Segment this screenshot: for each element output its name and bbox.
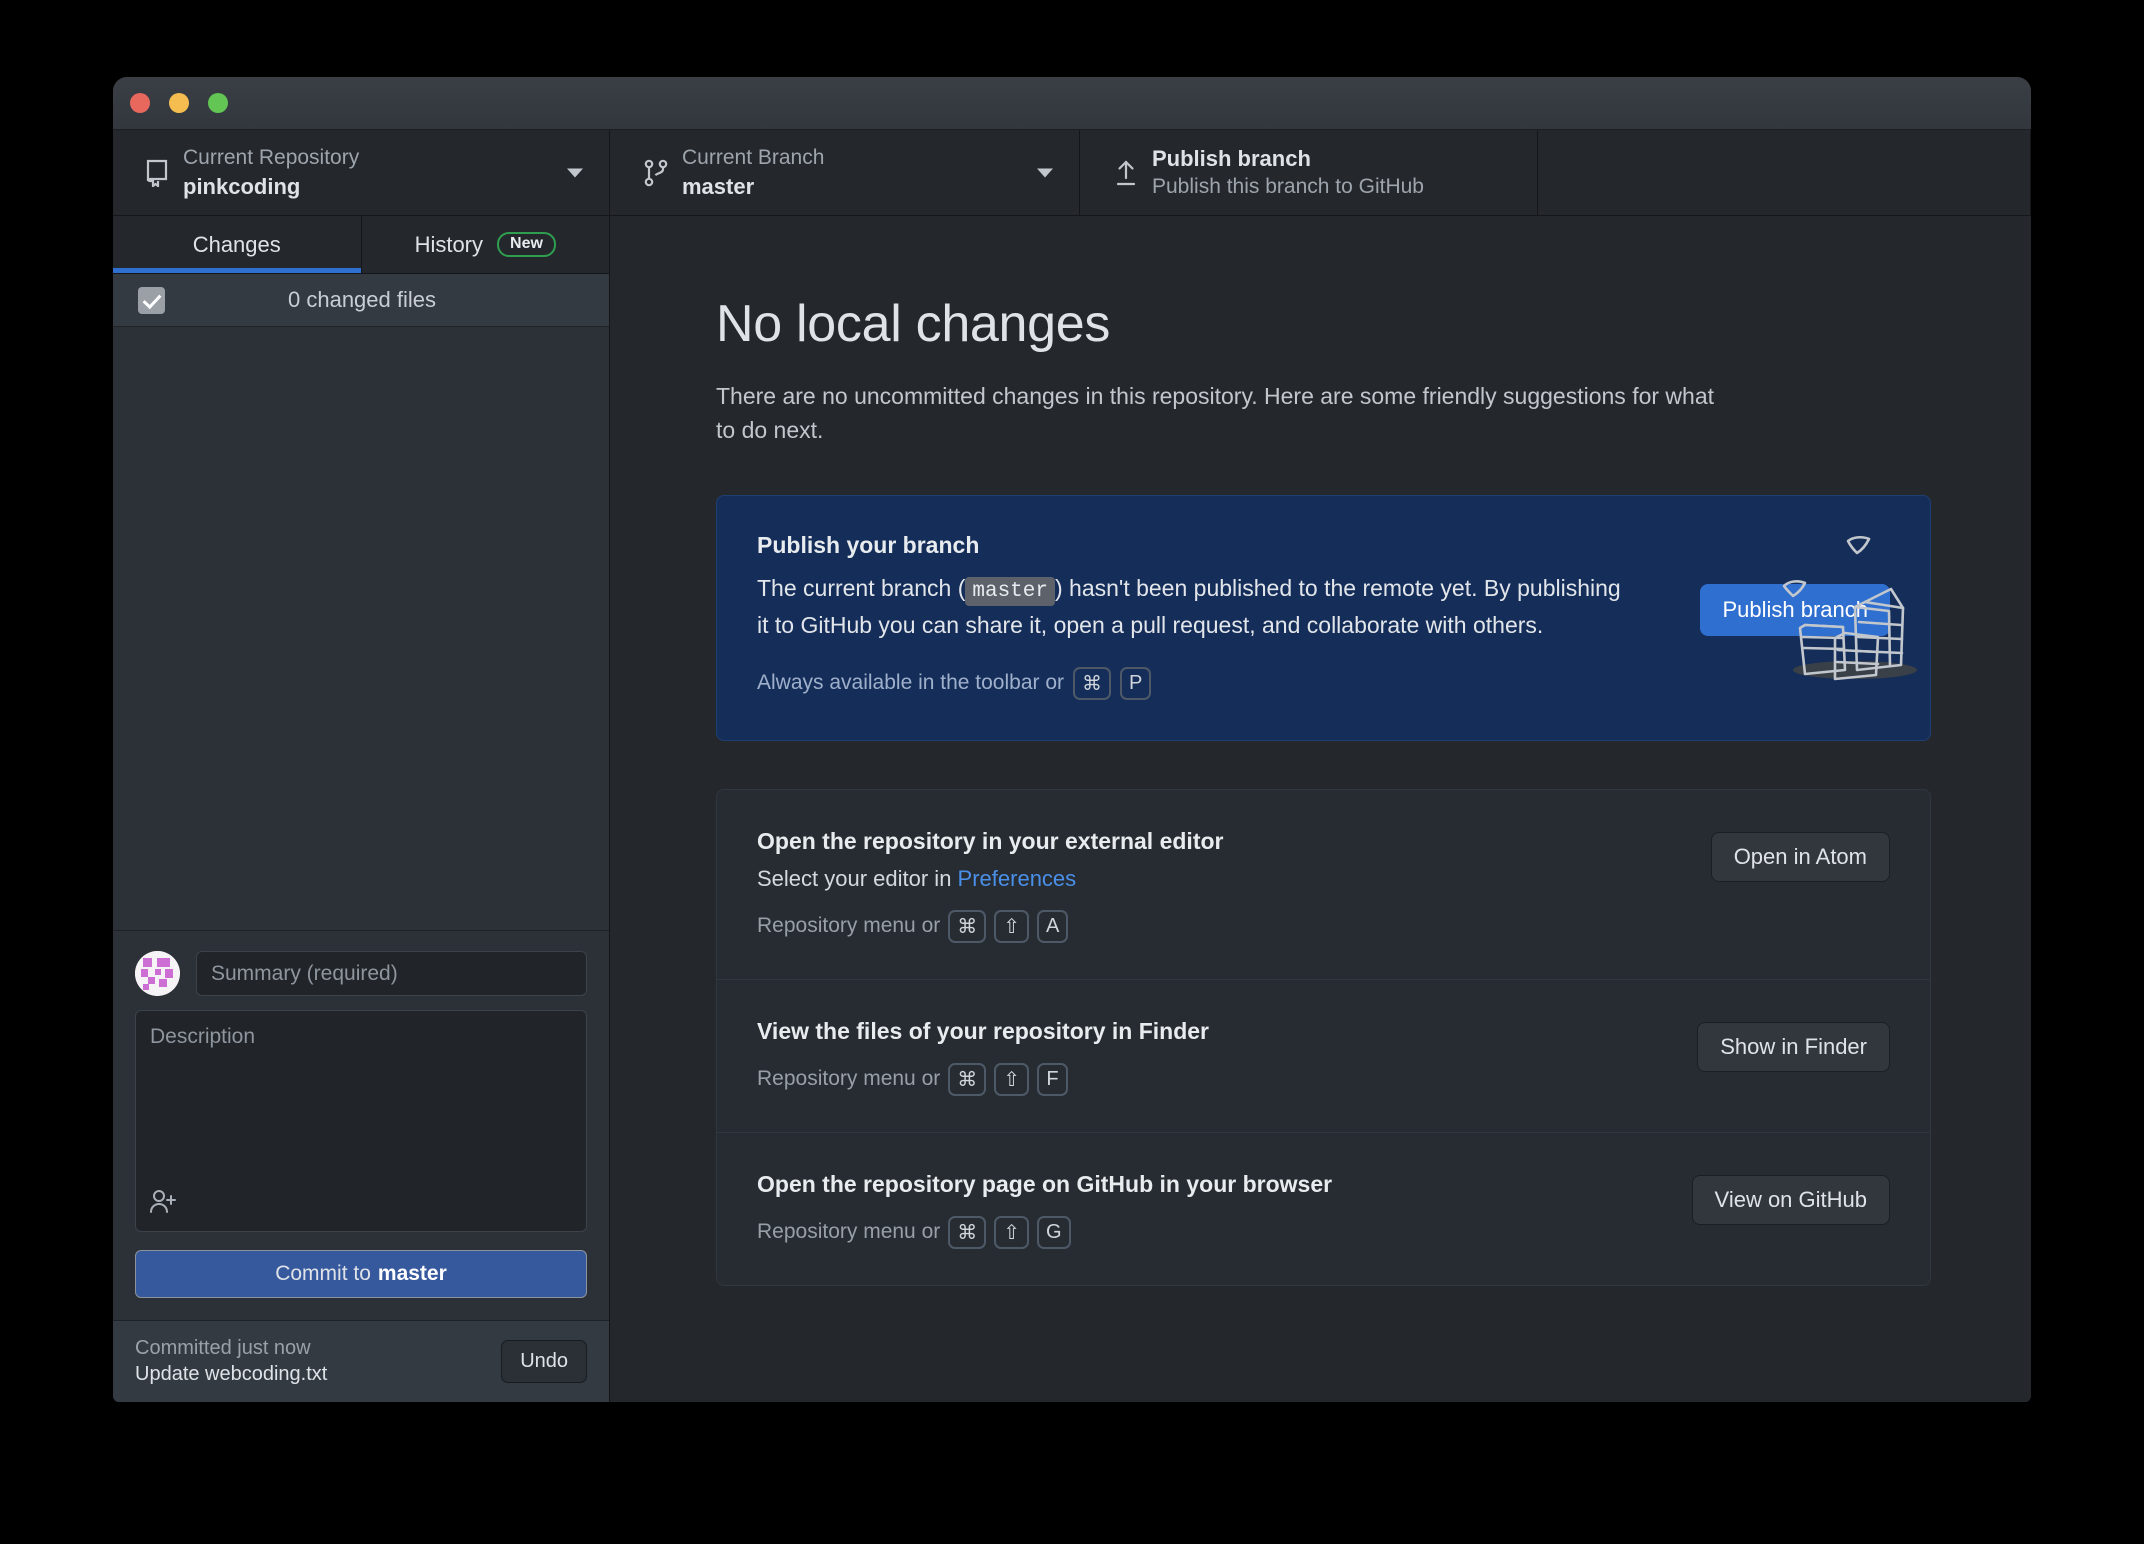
summary-placeholder: Summary (required) — [211, 961, 398, 985]
publish-card-body: The current branch (master) hasn't been … — [757, 571, 1637, 643]
publish-branch-card: Publish your branch The current branch (… — [716, 495, 1931, 741]
suggestion-heading: Open the repository in your external edi… — [757, 827, 1224, 854]
paper-stack-illustration — [1759, 518, 1939, 693]
publish-branch-toolbar-button[interactable]: Publish branch Publish this branch to Gi… — [1080, 130, 1538, 215]
summary-input[interactable]: Summary (required) — [196, 951, 587, 996]
kbd-g: G — [1037, 1215, 1071, 1249]
commit-form: Summary (required) Description Commit to… — [113, 930, 609, 1320]
suggestion-shortcut: Repository menu or ⌘ ⇧ G — [757, 1215, 1692, 1249]
suggestion-row-external-editor: Open the repository in your external edi… — [717, 790, 1930, 980]
publish-card-heading: Publish your branch — [757, 532, 980, 559]
chevron-down-icon — [1037, 168, 1053, 177]
undo-texts: Committed just now Update webcoding.txt — [135, 1337, 501, 1386]
close-button[interactable] — [130, 93, 150, 113]
kbd-f: F — [1037, 1062, 1069, 1096]
suggestion-shortcut-text: Repository menu or — [757, 914, 941, 938]
suggestion-shortcut: Repository menu or ⌘ ⇧ F — [757, 1062, 1697, 1096]
page-subtitle: There are no uncommitted changes in this… — [716, 383, 1715, 444]
publish-card-text: Publish your branch The current branch (… — [757, 532, 1700, 700]
current-repository-dropdown[interactable]: Current Repository pinkcoding — [113, 130, 610, 215]
suggestion-text: View the files of your repository in Fin… — [757, 1018, 1697, 1096]
kbd-command-icon: ⌘ — [948, 1215, 987, 1249]
view-on-github-button[interactable]: View on GitHub — [1691, 1174, 1890, 1225]
avatar — [135, 951, 180, 996]
toolbar-spacer — [1538, 130, 2031, 215]
undo-button[interactable]: Undo — [501, 1340, 587, 1383]
last-commit-message: Update webcoding.txt — [135, 1363, 328, 1385]
kbd-a: A — [1037, 909, 1069, 943]
description-input[interactable]: Description — [135, 1010, 587, 1232]
tab-changes-label: Changes — [192, 231, 281, 257]
commit-status-text: Committed just now — [135, 1337, 311, 1359]
select-all-checkbox[interactable] — [138, 286, 165, 314]
commit-button-branch: master — [377, 1262, 447, 1285]
suggestion-subtext: Select your editor in Preferences — [757, 866, 1711, 892]
current-branch-label: Current Branch — [682, 146, 825, 170]
suggestion-row-github: Open the repository page on GitHub in yo… — [717, 1133, 1930, 1285]
current-branch-value: master — [682, 173, 755, 199]
changed-files-header: 0 changed files — [113, 274, 609, 327]
open-in-atom-button[interactable]: Open in Atom — [1710, 831, 1890, 882]
undo-commit-bar: Committed just now Update webcoding.txt … — [113, 1320, 609, 1402]
publish-card-body-part1: The current branch ( — [757, 575, 966, 602]
current-repository-value: pinkcoding — [183, 173, 301, 199]
summary-row: Summary (required) — [135, 951, 587, 996]
suggestions-card: Open the repository in your external edi… — [716, 788, 1931, 1286]
suggestion-sub-prefix: Select your editor in — [757, 865, 958, 891]
minimize-button[interactable] — [169, 93, 189, 113]
changed-files-list — [113, 327, 609, 930]
titlebar — [113, 77, 2031, 130]
tab-changes[interactable]: Changes — [113, 216, 362, 273]
github-desktop-window: Current Repository pinkcoding Current Br… — [113, 77, 2031, 1402]
suggestion-shortcut-text: Repository menu or — [757, 1067, 941, 1091]
suggestion-shortcut-text: Repository menu or — [757, 1220, 941, 1244]
kbd-command-icon: ⌘ — [948, 909, 987, 943]
publish-branch-title: Publish branch — [1152, 146, 1311, 172]
suggestion-shortcut: Repository menu or ⌘ ⇧ A — [757, 909, 1711, 943]
preferences-link[interactable]: Preferences — [958, 866, 1077, 891]
upload-icon — [1106, 158, 1146, 188]
main-content: No local changes There are no uncommitte… — [610, 216, 2031, 1402]
page-title: No local changes — [716, 295, 1111, 353]
suggestion-text: Open the repository page on GitHub in yo… — [757, 1171, 1692, 1249]
tab-history-label: History — [414, 231, 484, 257]
commit-to-branch-button[interactable]: Commit to master — [135, 1250, 587, 1298]
publish-shortcut-text: Always available in the toolbar or — [757, 671, 1065, 695]
app-body: Changes History New 0 changed files Summ… — [113, 216, 2031, 1402]
changed-files-count: 0 changed files — [288, 287, 436, 312]
suggestion-heading: View the files of your repository in Fin… — [757, 1017, 1209, 1044]
show-in-finder-button[interactable]: Show in Finder — [1697, 1021, 1890, 1072]
kbd-shift-icon: ⇧ — [994, 1062, 1030, 1096]
zoom-button[interactable] — [208, 93, 228, 113]
repository-icon — [137, 159, 177, 187]
new-badge: New — [497, 232, 556, 257]
tab-history[interactable]: History New — [362, 216, 610, 273]
kbd-command-icon: ⌘ — [1073, 666, 1112, 700]
description-placeholder: Description — [150, 1025, 256, 1048]
branch-icon — [636, 158, 676, 188]
kbd-shift-icon: ⇧ — [994, 1215, 1030, 1249]
kbd-shift-icon: ⇧ — [994, 909, 1030, 943]
toolbar: Current Repository pinkcoding Current Br… — [113, 130, 2031, 216]
current-repository-label: Current Repository — [183, 146, 360, 170]
kbd-p: P — [1120, 666, 1152, 700]
current-branch-dropdown[interactable]: Current Branch master — [610, 130, 1080, 215]
add-coauthor-icon[interactable] — [148, 1187, 178, 1221]
publish-branch-subtitle: Publish this branch to GitHub — [1152, 175, 1424, 199]
branch-name-chip: master — [965, 577, 1055, 607]
sidebar-tabs: Changes History New — [113, 216, 609, 274]
kbd-command-icon: ⌘ — [948, 1062, 987, 1096]
suggestion-row-finder: View the files of your repository in Fin… — [717, 980, 1930, 1133]
commit-button-prefix: Commit to — [275, 1262, 371, 1285]
suggestion-heading: Open the repository page on GitHub in yo… — [757, 1170, 1333, 1197]
chevron-down-icon — [567, 168, 583, 177]
publish-card-shortcut: Always available in the toolbar or ⌘ P — [757, 666, 1676, 700]
sidebar: Changes History New 0 changed files Summ… — [113, 216, 610, 1402]
suggestion-text: Open the repository in your external edi… — [757, 828, 1711, 943]
